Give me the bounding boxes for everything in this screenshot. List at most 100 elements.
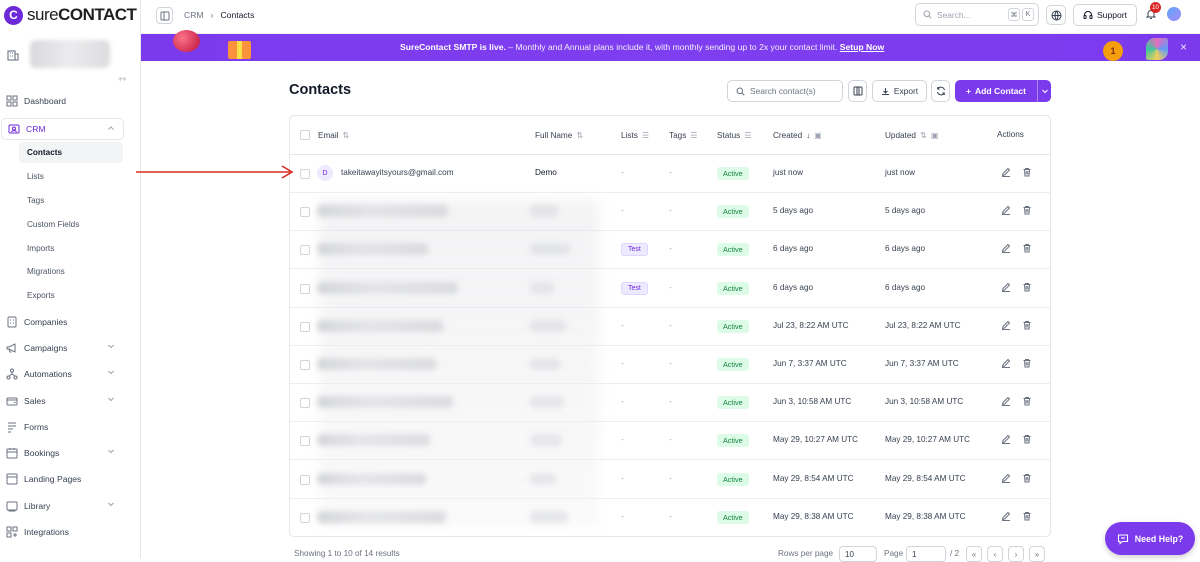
column-lists-label: Lists bbox=[621, 130, 638, 140]
trash-icon[interactable] bbox=[1022, 396, 1033, 407]
prev-page-icon[interactable]: ‹ bbox=[987, 546, 1003, 562]
sidebar-toggle-icon[interactable] bbox=[156, 7, 173, 24]
sidebar-sub-lists[interactable]: Lists bbox=[19, 166, 123, 187]
sidebar-sub-imports[interactable]: Imports bbox=[19, 238, 123, 259]
row-checkbox[interactable] bbox=[300, 474, 310, 485]
column-tags[interactable]: Tags ☰ bbox=[669, 130, 698, 141]
edit-icon[interactable] bbox=[1001, 205, 1012, 216]
trash-icon[interactable] bbox=[1022, 358, 1033, 369]
sidebar-item-campaigns[interactable]: Campaigns bbox=[0, 337, 123, 359]
columns-icon[interactable] bbox=[848, 80, 867, 102]
trash-icon[interactable] bbox=[1022, 473, 1033, 484]
created-date: just now bbox=[773, 168, 804, 177]
sort-icon: ⇅ bbox=[342, 131, 350, 140]
updated-date: just now bbox=[885, 168, 916, 177]
first-page-icon[interactable]: « bbox=[966, 546, 982, 562]
contact-email[interactable]: takeitawayitsyours@gmail.com bbox=[341, 168, 454, 177]
trash-icon[interactable] bbox=[1022, 205, 1033, 216]
row-checkbox[interactable] bbox=[300, 207, 310, 218]
close-icon[interactable]: × bbox=[1180, 40, 1187, 54]
sidebar-item-crm[interactable]: CRM bbox=[1, 118, 124, 140]
trash-icon[interactable] bbox=[1022, 167, 1033, 178]
breadcrumb-crm[interactable]: CRM bbox=[184, 10, 204, 20]
row-checkbox[interactable] bbox=[300, 321, 310, 332]
sidebar-item-landing-pages[interactable]: Landing Pages bbox=[0, 468, 123, 490]
banner-setup-link[interactable]: Setup Now bbox=[840, 42, 884, 52]
edit-icon[interactable] bbox=[1001, 434, 1012, 445]
sidebar-item-companies[interactable]: Companies bbox=[0, 311, 123, 333]
export-button[interactable]: Export bbox=[872, 80, 927, 102]
trash-icon[interactable] bbox=[1022, 243, 1033, 254]
edit-icon[interactable] bbox=[1001, 396, 1012, 407]
globe-icon[interactable] bbox=[1046, 5, 1066, 25]
sidebar-item-label: Companies bbox=[24, 317, 68, 327]
sidebar-item-library[interactable]: Library bbox=[0, 495, 123, 517]
column-email[interactable]: Email ⇅ bbox=[318, 130, 350, 141]
row-checkbox[interactable] bbox=[300, 436, 310, 447]
logo[interactable]: C sureCONTACT bbox=[4, 4, 137, 26]
row-checkbox[interactable] bbox=[300, 512, 310, 523]
sidebar-item-dashboard[interactable]: Dashboard bbox=[0, 90, 123, 112]
trash-icon[interactable] bbox=[1022, 511, 1033, 522]
sidebar-item-sales[interactable]: Sales bbox=[0, 390, 123, 412]
column-lists[interactable]: Lists ☰ bbox=[621, 130, 649, 141]
contact-lists: - bbox=[621, 320, 624, 330]
edit-icon[interactable] bbox=[1001, 511, 1012, 522]
sidebar-sub-contacts[interactable]: Contacts bbox=[19, 142, 123, 163]
sidebar-item-forms[interactable]: Forms bbox=[0, 416, 123, 438]
next-page-icon[interactable]: › bbox=[1008, 546, 1024, 562]
contact-tags: - bbox=[669, 511, 672, 521]
edit-icon[interactable] bbox=[1001, 282, 1012, 293]
contact-tags: - bbox=[669, 244, 672, 254]
search-contacts-input[interactable]: Search contact(s) bbox=[727, 80, 843, 102]
trash-icon[interactable] bbox=[1022, 434, 1033, 445]
created-date: Jun 7, 3:37 AM UTC bbox=[773, 359, 847, 368]
edit-icon[interactable] bbox=[1001, 320, 1012, 331]
workspace-switcher[interactable] bbox=[6, 38, 136, 70]
sidebar-item-label: Library bbox=[24, 501, 51, 511]
user-avatar[interactable] bbox=[1167, 7, 1181, 21]
sidebar-item-integrations[interactable]: Integrations bbox=[0, 521, 123, 543]
column-created[interactable]: Created ↓ ▣ bbox=[773, 130, 822, 141]
column-full-name[interactable]: Full Name ⇅ bbox=[535, 130, 583, 141]
trash-icon[interactable] bbox=[1022, 282, 1033, 293]
notification-badge: 10 bbox=[1150, 2, 1161, 13]
rows-per-page-select[interactable]: 10 bbox=[839, 546, 877, 562]
row-checkbox[interactable] bbox=[300, 169, 310, 179]
collapse-icon[interactable]: ⇿ bbox=[118, 74, 126, 85]
chevron-down-icon bbox=[107, 342, 115, 350]
refresh-icon[interactable] bbox=[931, 80, 950, 102]
edit-icon[interactable] bbox=[1001, 358, 1012, 369]
trash-icon[interactable] bbox=[1022, 320, 1033, 331]
edit-icon[interactable] bbox=[1001, 167, 1012, 178]
row-checkbox[interactable] bbox=[300, 283, 310, 294]
edit-icon[interactable] bbox=[1001, 243, 1012, 254]
row-checkbox[interactable] bbox=[300, 245, 310, 256]
status-badge: Active bbox=[717, 472, 749, 486]
sidebar-item-bookings[interactable]: Bookings bbox=[0, 442, 123, 464]
column-status[interactable]: Status ☰ bbox=[717, 130, 752, 141]
add-contact-button[interactable]: + Add Contact bbox=[955, 80, 1037, 102]
support-button[interactable]: Support bbox=[1073, 4, 1137, 26]
edit-icon[interactable] bbox=[1001, 473, 1012, 484]
puzzle-icon bbox=[5, 525, 19, 539]
contact-lists: - bbox=[621, 511, 624, 521]
row-checkbox[interactable] bbox=[300, 398, 310, 409]
sidebar-sub-custom-fields[interactable]: Custom Fields bbox=[19, 214, 123, 235]
page-select[interactable]: 1 bbox=[906, 546, 946, 562]
list-badge: Test bbox=[621, 243, 648, 257]
table-header: Email ⇅ Full Name ⇅ Lists ☰ Tags ☰ Status ☰ C… bbox=[290, 116, 1050, 155]
sidebar-item-automations[interactable]: Automations bbox=[0, 363, 123, 385]
add-contact-dropdown-icon[interactable] bbox=[1037, 80, 1051, 102]
sidebar-sub-exports[interactable]: Exports bbox=[19, 285, 123, 306]
select-all-checkbox[interactable] bbox=[300, 130, 310, 140]
column-updated[interactable]: Updated ⇅ ▣ bbox=[885, 130, 939, 141]
table-row[interactable]: Dtakeitawayitsyours@gmail.com Demo - - Activ… bbox=[290, 155, 1050, 193]
sidebar-sub-tags[interactable]: Tags bbox=[19, 190, 123, 211]
global-search-input[interactable]: Search... ⌘ K bbox=[915, 3, 1039, 26]
sidebar-sub-migrations[interactable]: Migrations bbox=[19, 261, 123, 282]
row-checkbox[interactable] bbox=[300, 360, 310, 370]
last-page-icon[interactable]: » bbox=[1029, 546, 1045, 562]
need-help-button[interactable]: Need Help? bbox=[1105, 522, 1195, 555]
breadcrumb-current: Contacts bbox=[220, 10, 255, 20]
